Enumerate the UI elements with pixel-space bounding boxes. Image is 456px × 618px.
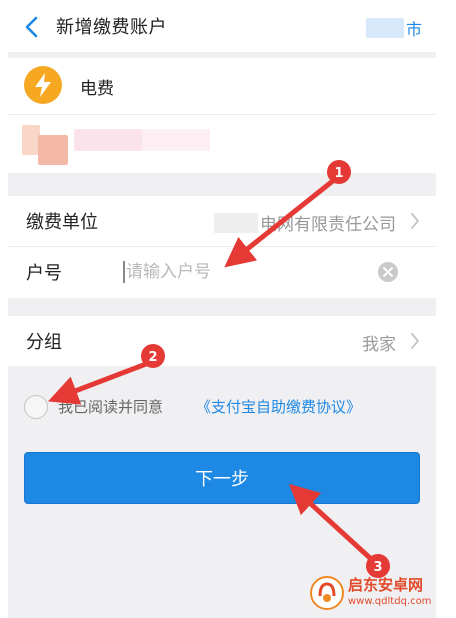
next-step-button[interactable]: 下一步 bbox=[24, 452, 420, 504]
lightning-icon bbox=[24, 66, 62, 104]
back-button[interactable] bbox=[22, 14, 44, 40]
agreement-checkbox[interactable] bbox=[24, 395, 48, 419]
bill-type-row: 电费 bbox=[8, 58, 436, 114]
payment-unit-text: 电网有限责任公司 bbox=[260, 215, 396, 235]
account-info-redacted bbox=[8, 114, 436, 173]
group-value: 我家 bbox=[362, 335, 396, 355]
chevron-left-icon bbox=[25, 16, 38, 38]
chevron-right-icon[interactable] bbox=[410, 332, 420, 350]
watermark-url: www.qdltdq.com bbox=[348, 596, 432, 607]
city-label: 市 bbox=[405, 20, 422, 39]
account-number-label: 户号 bbox=[26, 263, 62, 284]
agreement-text: 我已阅读并同意 bbox=[58, 398, 164, 416]
page-title: 新增缴费账户 bbox=[56, 17, 167, 38]
clear-input-icon[interactable] bbox=[378, 262, 398, 282]
bill-type-label: 电费 bbox=[80, 79, 114, 99]
group-row[interactable]: 分组 我家 bbox=[8, 316, 436, 366]
city-name-redacted bbox=[365, 18, 404, 38]
text-cursor bbox=[123, 261, 125, 283]
header-bar: 新增缴费账户 市 bbox=[8, 0, 436, 52]
chevron-right-icon[interactable] bbox=[410, 212, 420, 230]
redacted-block bbox=[38, 135, 68, 165]
watermark-title: 启东安卓网 bbox=[348, 576, 424, 594]
unit-name-redacted bbox=[214, 213, 258, 233]
account-number-input[interactable] bbox=[126, 259, 366, 285]
agreement-link[interactable]: 《支付宝自助缴费协议》 bbox=[196, 396, 361, 417]
payment-unit-value: 电网有限责任公司 bbox=[214, 210, 396, 235]
payment-info-section: 缴费单位 电网有限责任公司 户号 bbox=[8, 196, 436, 298]
city-selector[interactable]: 市 bbox=[365, 16, 422, 40]
watermark-logo-icon bbox=[310, 576, 344, 610]
payment-unit-row[interactable]: 缴费单位 电网有限责任公司 bbox=[8, 196, 436, 247]
account-number-row: 户号 bbox=[8, 247, 436, 297]
group-section: 分组 我家 bbox=[8, 316, 436, 366]
group-label: 分组 bbox=[26, 332, 62, 353]
redacted-block bbox=[74, 129, 142, 151]
account-number-field bbox=[120, 259, 370, 285]
payment-unit-label: 缴费单位 bbox=[26, 212, 98, 233]
watermark: 启东安卓网 www.qdltdq.com bbox=[310, 574, 450, 614]
page: 新增缴费账户 市 电费 缴费单位 电网有限责任公司 户号 请输入户号 分组 我家… bbox=[8, 0, 436, 618]
redacted-block bbox=[142, 129, 210, 151]
